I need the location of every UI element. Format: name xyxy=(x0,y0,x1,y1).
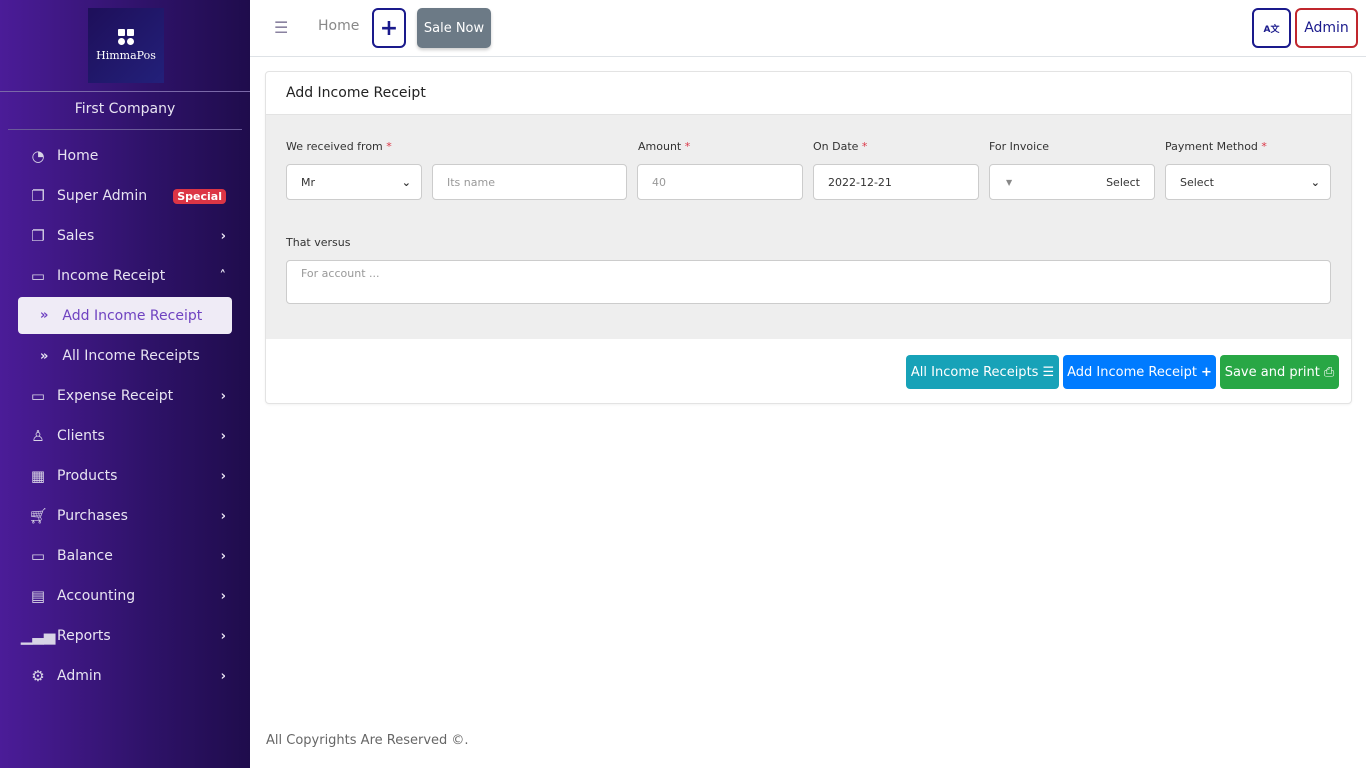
chevron-right-icon: › xyxy=(220,668,226,684)
sidebar-item-sales[interactable]: ❐ Sales › xyxy=(0,216,250,256)
money-icon: ▭ xyxy=(30,387,46,405)
chevron-right-icon: › xyxy=(220,628,226,644)
chevron-right-icon: › xyxy=(220,508,226,524)
home-link[interactable]: Home xyxy=(318,18,359,34)
all-income-receipts-button[interactable]: All Income Receipts ☰ xyxy=(906,355,1059,389)
user-icon: ♙ xyxy=(31,427,45,445)
save-and-print-button[interactable]: Save and print ⎙ xyxy=(1220,355,1339,389)
chevron-down-icon: ⌄ xyxy=(1310,175,1320,189)
calculator-icon: ▤ xyxy=(30,587,46,605)
label: Admin xyxy=(57,668,102,684)
sidebar-item-accounting[interactable]: ▤ Accounting › xyxy=(0,576,250,616)
sidebar-item-products[interactable]: ▦ Products › xyxy=(0,456,250,496)
gear-icon: ⚙ xyxy=(31,667,45,685)
add-income-receipt-button[interactable]: Add Income Receipt + xyxy=(1063,355,1216,389)
label: Products xyxy=(57,468,118,484)
label: All Income Receipts xyxy=(62,348,200,364)
list-icon: ☰ xyxy=(1042,364,1055,380)
footer-copyright: All Copyrights Are Reserved ©. xyxy=(266,733,469,748)
received-from-label: We received from * xyxy=(286,140,392,153)
company-name: First Company xyxy=(74,101,176,117)
label: Reports xyxy=(57,628,111,644)
form-body: We received from * Mr ⌄ Its name Amount *… xyxy=(266,115,1351,339)
label: Home xyxy=(57,148,99,164)
chevron-down-icon: ⌄ xyxy=(401,175,411,189)
versus-textarea[interactable]: For account ... xyxy=(286,260,1331,304)
label: Expense Receipt xyxy=(57,388,174,404)
plus-icon: + xyxy=(1200,364,1212,380)
chevron-right-icon: › xyxy=(220,588,226,604)
label: Balance xyxy=(57,548,113,564)
logo-text: HimmaPos xyxy=(96,49,156,62)
chevron-up-icon: ˄ xyxy=(219,268,227,284)
sidebar-item-purchases[interactable]: 🛒︎ Purchases › xyxy=(0,496,250,536)
chevron-right-icon: › xyxy=(220,468,226,484)
amount-label: Amount * xyxy=(638,140,691,153)
dashboard-icon: ◔ xyxy=(31,147,45,165)
sidebar-item-income-receipt[interactable]: ▭ Income Receipt ˄ xyxy=(0,256,250,296)
money-icon: ▭ xyxy=(30,547,46,565)
label: Clients xyxy=(57,428,105,444)
caret-down-icon: ▼ xyxy=(1006,177,1013,187)
title-select[interactable]: Mr ⌄ xyxy=(286,164,422,200)
sidebar-item-clients[interactable]: ♙ Clients › xyxy=(0,416,250,456)
logo[interactable]: HimmaPos xyxy=(88,8,164,83)
label: Purchases xyxy=(57,508,128,524)
logo-icon xyxy=(118,29,134,45)
chevron-right-icon: › xyxy=(220,548,226,564)
sidebar: HimmaPos First Company ◔ Home ❐ Super Admi… xyxy=(0,0,250,768)
date-label: On Date * xyxy=(813,140,868,153)
topbar: ☰ Home + Sale Now A文 Admin xyxy=(250,0,1366,57)
date-input[interactable]: 2022-12-21 xyxy=(813,164,979,200)
sidebar-item-reports[interactable]: ▁▃▅ Reports › xyxy=(0,616,250,656)
label: Add Income Receipt xyxy=(62,307,203,324)
label: Super Admin xyxy=(57,188,148,204)
payment-method-label: Payment Method * xyxy=(1165,140,1267,153)
label: Sales xyxy=(57,228,95,244)
income-receipt-card: Add Income Receipt We received from * Mr… xyxy=(265,71,1352,404)
sale-now-button[interactable]: Sale Now xyxy=(417,8,491,48)
name-input[interactable]: Its name xyxy=(432,164,627,200)
money-icon: ▭ xyxy=(30,267,46,285)
versus-label: That versus xyxy=(286,236,351,249)
sidebar-item-super-admin[interactable]: ❐ Super Admin Special xyxy=(0,176,250,216)
form-actions: All Income Receipts ☰ Add Income Receipt +… xyxy=(266,339,1351,403)
chart-icon: ▁▃▅ xyxy=(20,627,56,645)
menu-icon[interactable]: ☰ xyxy=(274,18,288,37)
label: Accounting xyxy=(57,588,136,604)
admin-button[interactable]: Admin xyxy=(1295,8,1358,48)
invoice-label: For Invoice xyxy=(989,140,1050,153)
print-icon: ⎙ xyxy=(1323,364,1335,380)
divider xyxy=(8,129,242,130)
double-chevron-icon: » xyxy=(40,348,49,364)
sidebar-subitem-all-income-receipts[interactable]: » All Income Receipts xyxy=(0,336,250,376)
divider xyxy=(0,91,250,92)
translate-icon: A文 xyxy=(1263,24,1280,35)
double-chevron-icon: » xyxy=(40,308,49,323)
sidebar-item-admin[interactable]: ⚙ Admin › xyxy=(0,656,250,696)
sidebar-item-expense-receipt[interactable]: ▭ Expense Receipt › xyxy=(0,376,250,416)
label: Income Receipt xyxy=(57,268,166,284)
add-button[interactable]: + xyxy=(372,8,406,48)
payment-method-select[interactable]: Select ⌄ xyxy=(1165,164,1331,200)
chevron-right-icon: › xyxy=(220,228,226,244)
sidebar-subitem-add-income-receipt[interactable]: » Add Income Receipt xyxy=(18,297,232,334)
copy-icon: ❐ xyxy=(31,187,45,205)
sidebar-item-home[interactable]: ◔ Home xyxy=(0,136,250,176)
special-badge: Special xyxy=(173,188,226,204)
invoice-select[interactable]: ▼ Select xyxy=(989,164,1155,200)
grid-icon: ▦ xyxy=(30,467,46,485)
copy-icon: ❐ xyxy=(31,227,45,245)
language-button[interactable]: A文 xyxy=(1252,8,1291,48)
chevron-right-icon: › xyxy=(220,428,226,444)
sidebar-item-balance[interactable]: ▭ Balance › xyxy=(0,536,250,576)
amount-input[interactable]: 40 xyxy=(637,164,803,200)
chevron-right-icon: › xyxy=(220,388,226,404)
card-title: Add Income Receipt xyxy=(266,72,1351,115)
cart-icon: 🛒︎ xyxy=(28,507,48,525)
